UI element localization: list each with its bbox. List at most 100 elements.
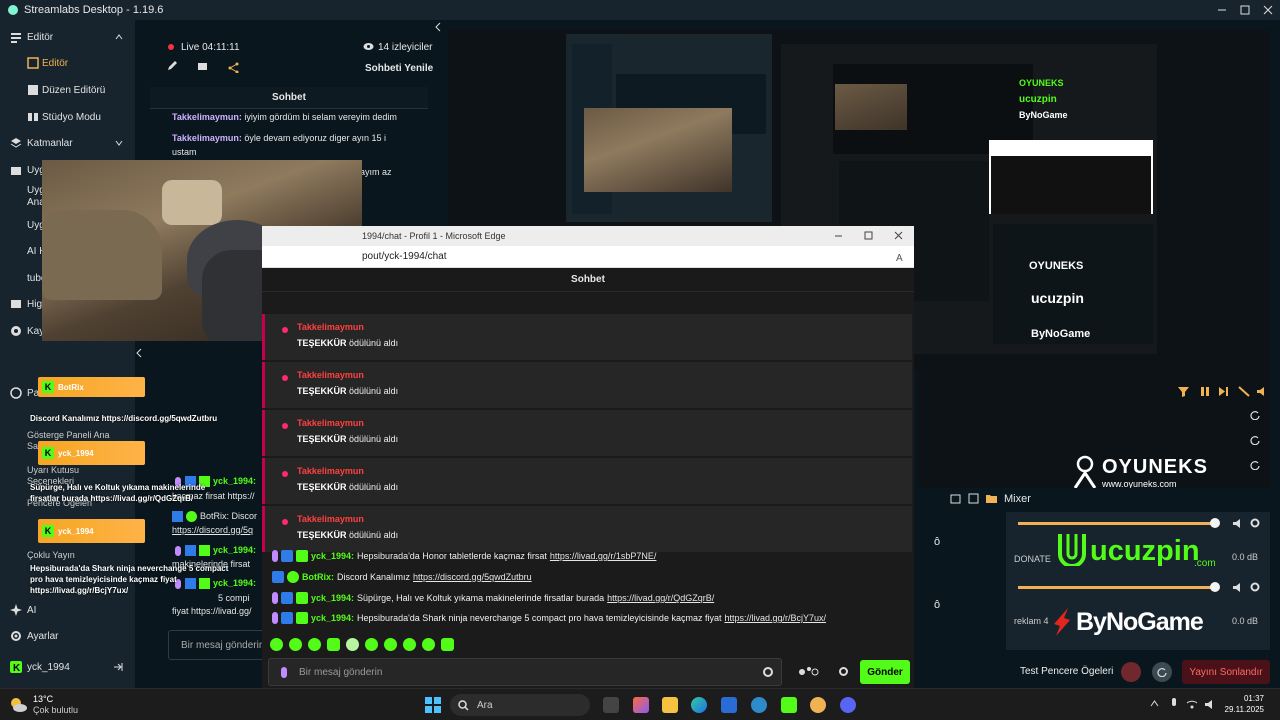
chat-link[interactable]: https://livad.gg/r/1sbP7NE/: [550, 551, 657, 561]
end-stream-button[interactable]: Yayını Sonlandır: [1182, 660, 1270, 684]
close-button[interactable]: [1257, 0, 1279, 20]
reset-icon[interactable]: [1250, 410, 1260, 420]
copilot-icon[interactable]: [633, 697, 649, 713]
emote-icon[interactable]: [289, 638, 302, 651]
gear-icon[interactable]: [1250, 518, 1260, 528]
nav-multistream[interactable]: Çoklu Yayın: [27, 550, 127, 560]
record-button[interactable]: [1121, 662, 1141, 682]
send-button[interactable]: Gönder: [860, 660, 910, 684]
scene-icon[interactable]: [950, 493, 961, 504]
tray-date[interactable]: 29.11.2025: [1222, 705, 1264, 714]
chat-settings-gear-icon[interactable]: [838, 666, 849, 677]
emote-icon[interactable]: [422, 638, 435, 651]
edge-chat-input[interactable]: Bir mesaj gönderin: [268, 658, 782, 686]
pause-icon[interactable]: [1200, 386, 1210, 397]
kick-icon: K: [10, 661, 22, 673]
tray-mic-icon[interactable]: [1170, 698, 1178, 710]
nav-user[interactable]: K yck_1994: [0, 654, 135, 680]
windows-start-icon[interactable]: [425, 697, 441, 713]
reset-icon[interactable]: [1250, 435, 1260, 445]
app-icon[interactable]: [810, 697, 826, 713]
emoji-icon[interactable]: [763, 667, 773, 677]
nav-editor-sub[interactable]: Editör: [0, 50, 135, 76]
taskbar-search[interactable]: Ara: [450, 694, 590, 716]
edit-stream-icon[interactable]: [167, 60, 178, 71]
chat-link[interactable]: https://livad.gg/r/QdGZqrB/: [607, 593, 714, 603]
volume-icon[interactable]: [1232, 518, 1243, 529]
tray-network-icon[interactable]: [1186, 699, 1198, 709]
mixer-speaker-icon[interactable]: ô: [934, 599, 940, 611]
store-icon[interactable]: [721, 697, 737, 713]
chat-link[interactable]: https://livad.gg/r/BcjY7ux/: [724, 613, 826, 623]
emote-icon[interactable]: [384, 638, 397, 651]
subscription-message: Takkelimaymun TEŞEKKÜR ödülünü aldı: [262, 506, 912, 552]
camera-icon[interactable]: [197, 60, 208, 71]
mic-icon: [272, 550, 278, 562]
volume-icon[interactable]: [1232, 582, 1243, 593]
nav-layout-editor-label: Düzen Editörü: [42, 84, 106, 96]
emote-icon[interactable]: [346, 638, 359, 651]
maximize-button[interactable]: [1234, 0, 1256, 20]
emote-icon[interactable]: [365, 638, 378, 651]
test-widgets-label[interactable]: Test Pencere Ögeleri: [1020, 666, 1113, 677]
rewards-icon[interactable]: [798, 666, 820, 678]
kick-icon: K: [42, 525, 54, 537]
volume-slider[interactable]: [1018, 586, 1216, 589]
task-view-icon[interactable]: [603, 697, 619, 713]
transition-icon[interactable]: [968, 493, 979, 504]
filter-icon[interactable]: [1178, 386, 1189, 397]
reset-icon[interactable]: [1250, 460, 1260, 470]
skip-icon[interactable]: [1218, 386, 1229, 397]
volume-slider-knob[interactable]: [1210, 582, 1220, 592]
discord-icon[interactable]: [840, 697, 856, 713]
mixer-speaker-icon[interactable]: ô: [934, 536, 940, 548]
oyuneks-logo: OYUNEKS www.oyuneks.com: [1072, 455, 1208, 489]
logout-icon[interactable]: [113, 662, 123, 672]
volume-icon[interactable]: [1256, 386, 1267, 397]
alert-text: Hepsiburada'da Shark ninja neverchange 5…: [30, 564, 229, 595]
kick-app-icon[interactable]: [781, 697, 797, 713]
nav-ai[interactable]: AI: [0, 597, 135, 623]
tray-volume-icon[interactable]: [1204, 699, 1215, 710]
edge-minimize-button[interactable]: [834, 231, 843, 240]
folder-icon[interactable]: [986, 493, 997, 504]
side-chat-link[interactable]: https://discord.gg/5q: [172, 524, 253, 537]
mute-all-icon[interactable]: [1238, 386, 1250, 397]
reward-icon: [282, 519, 288, 525]
nav-layout-editor[interactable]: Düzen Editörü: [0, 77, 135, 103]
volume-slider[interactable]: [1018, 522, 1216, 525]
settings-app-icon[interactable]: [751, 697, 767, 713]
emote-icon[interactable]: [403, 638, 416, 651]
nav-studio-mode[interactable]: Stüdyo Modu: [0, 104, 135, 130]
nav-editor[interactable]: Editör: [0, 24, 135, 50]
collapse-left-icon[interactable]: [434, 22, 442, 32]
weather-icon[interactable]: [8, 695, 28, 715]
edge-address-bar[interactable]: pout/yck-1994/chat A: [262, 246, 914, 268]
edge-close-button[interactable]: [894, 231, 903, 240]
minimize-button[interactable]: [1211, 0, 1233, 20]
refresh-chat-button[interactable]: Sohbeti Yenile: [365, 63, 433, 74]
nav-layers[interactable]: Katmanlar: [0, 130, 135, 156]
emote-icon[interactable]: [308, 638, 321, 651]
tray-chevron-icon[interactable]: [1150, 699, 1159, 708]
gear-icon[interactable]: [1250, 582, 1260, 592]
collapse-nav-icon[interactable]: [135, 348, 143, 358]
emote-icon[interactable]: [441, 638, 454, 651]
read-aloud-icon[interactable]: A: [896, 253, 903, 264]
emote-icon[interactable]: [270, 638, 283, 651]
share-icon[interactable]: [228, 62, 239, 73]
file-explorer-icon[interactable]: [662, 697, 678, 713]
nav-settings[interactable]: Ayarlar: [0, 623, 135, 649]
edge-icon[interactable]: [691, 697, 707, 713]
mic-icon[interactable]: [281, 666, 287, 678]
tray-time[interactable]: 01:37: [1226, 694, 1264, 703]
mixer-title: Mixer: [1004, 493, 1031, 505]
emote-icon[interactable]: [327, 638, 340, 651]
live-dot-icon: [168, 44, 174, 50]
chat-link[interactable]: https://discord.gg/5qwdZutbru: [413, 572, 532, 582]
volume-slider-knob[interactable]: [1210, 518, 1220, 528]
svg-text:K: K: [13, 663, 21, 673]
replay-button[interactable]: [1152, 662, 1172, 682]
store-icon: [10, 164, 22, 176]
edge-maximize-button[interactable]: [864, 231, 873, 240]
